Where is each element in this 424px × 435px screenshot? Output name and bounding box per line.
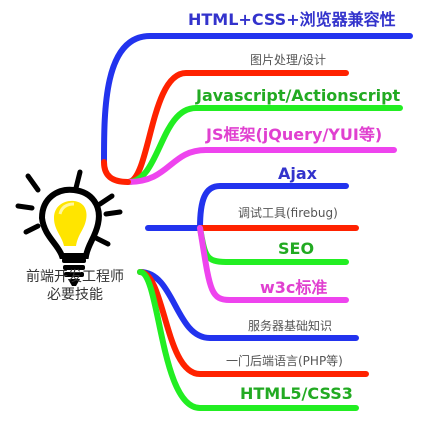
branch-javascript xyxy=(125,105,403,185)
central-topic-line1: 前端开发工程师 xyxy=(26,269,124,285)
skill-js-framework: JS框架(jQuery/YUI等) xyxy=(206,125,383,144)
mind-map-branches xyxy=(15,33,413,411)
skill-backend-language: 一门后端语言(PHP等) xyxy=(226,354,343,368)
skill-image-design: 图片处理/设计 xyxy=(250,53,327,67)
skill-server: 服务器基础知识 xyxy=(248,319,333,333)
skill-ajax: Ajax xyxy=(278,164,317,183)
branch-seo xyxy=(197,225,349,265)
central-topic-line2: 必要技能 xyxy=(47,287,103,303)
skill-html5-css3: HTML5/CSS3 xyxy=(240,384,353,403)
central-topic: 前端开发工程师 必要技能 xyxy=(6,268,144,304)
skill-javascript: Javascript/Actionscript xyxy=(196,86,401,105)
branch-trunk-top xyxy=(101,159,131,185)
skill-w3c: w3c标准 xyxy=(260,278,328,297)
skill-html-css: HTML+CSS+浏览器兼容性 xyxy=(188,10,396,29)
skill-seo: SEO xyxy=(278,239,315,258)
skill-debug-tools: 调试工具(firebug) xyxy=(238,206,338,220)
branch-js-framework xyxy=(125,147,397,185)
